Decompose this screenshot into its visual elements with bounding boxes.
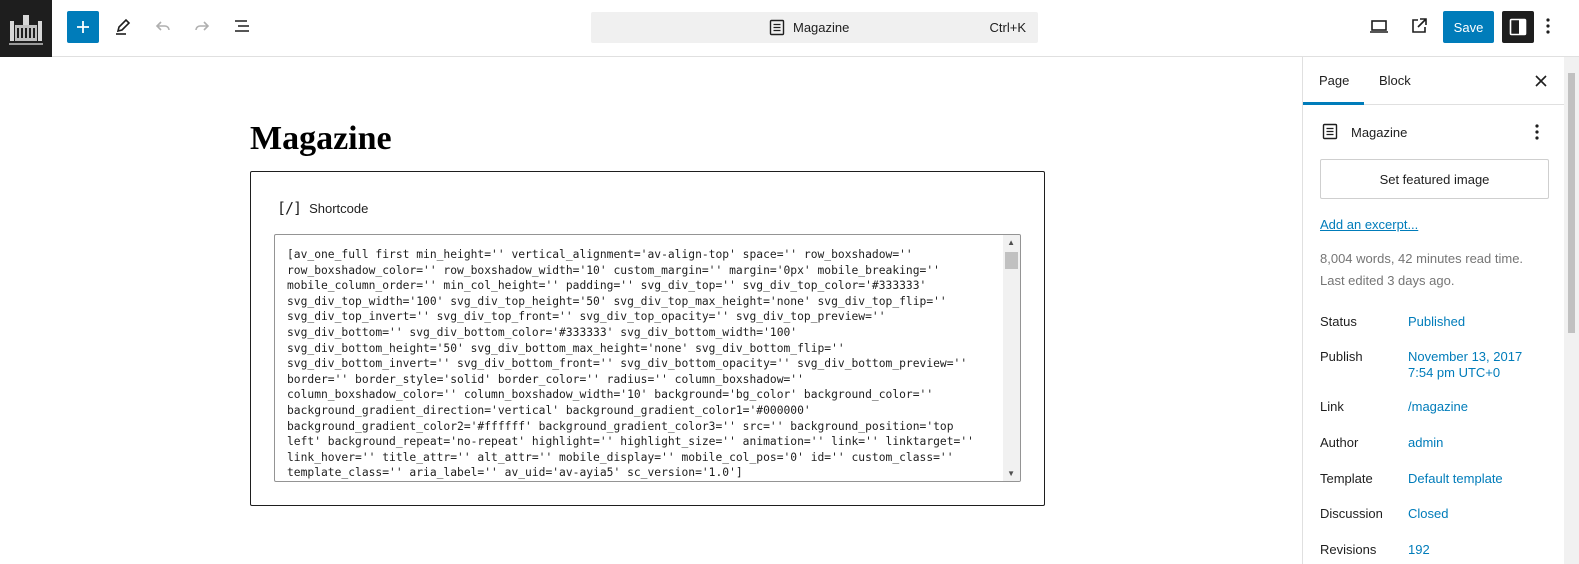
editor-canvas: Magazine [/] Shortcode [av_one_full firs…: [0, 57, 1302, 564]
castle-logo-icon: [6, 8, 46, 49]
save-button[interactable]: Save: [1443, 11, 1494, 43]
shortcode-block-header: [/] Shortcode: [277, 199, 368, 217]
close-icon: [1535, 75, 1547, 87]
shortcode-text: [av_one_full first min_height='' vertica…: [287, 247, 1005, 482]
shortcode-line: left' background_repeat='no-repeat' high…: [287, 435, 974, 449]
shortcode-line: mobile_column_order='' min_col_height=''…: [287, 279, 927, 293]
document-title: Magazine: [793, 20, 850, 35]
desktop-preview-icon: [1370, 20, 1388, 33]
active-tab-indicator: [1303, 102, 1364, 105]
publish-label: Publish: [1320, 349, 1363, 364]
shortcode-block[interactable]: [/] Shortcode [av_one_full first min_hei…: [250, 171, 1045, 506]
shortcode-line: row_boxshadow_color='' row_boxshadow_wid…: [287, 263, 940, 277]
sidebar-tabs: Page Block: [1303, 57, 1565, 105]
shortcode-line: svg_div_top_invert='' svg_div_top_front=…: [287, 310, 886, 324]
undo-icon: [155, 21, 170, 31]
redo-icon: [195, 21, 210, 31]
status-value[interactable]: Published: [1408, 314, 1465, 330]
document-bar[interactable]: Magazine Ctrl+K: [591, 12, 1038, 43]
tab-page[interactable]: Page: [1319, 73, 1349, 88]
plus-icon: [77, 21, 89, 33]
shortcode-line: [av_one_full first min_height='' vertica…: [287, 248, 913, 261]
publish-time-value[interactable]: 7:54 pm UTC+0: [1408, 365, 1500, 381]
author-value[interactable]: admin: [1408, 435, 1443, 451]
status-label: Status: [1320, 314, 1357, 329]
author-label: Author: [1320, 435, 1359, 450]
discussion-value[interactable]: Closed: [1408, 506, 1448, 522]
list-view-icon: [235, 20, 249, 32]
shortcode-line: svg_div_top_width='100' svg_div_top_heig…: [287, 294, 947, 308]
template-label: Template: [1320, 471, 1373, 486]
external-link-icon: [1412, 18, 1427, 33]
view-page-button[interactable]: [1403, 10, 1435, 42]
list-view-button[interactable]: [226, 10, 258, 42]
summary-page-title: Magazine: [1351, 125, 1408, 140]
template-value[interactable]: Default template: [1408, 471, 1503, 487]
add-block-button[interactable]: [67, 11, 99, 43]
settings-toggle-button[interactable]: [1502, 11, 1534, 43]
shortcode-line: [av_image src='http://follies.org.uk/wp/…: [287, 481, 1005, 482]
site-logo[interactable]: [0, 0, 52, 57]
shortcode-line: background_gradient_direction='vertical'…: [287, 403, 811, 417]
page-actions-button[interactable]: [1529, 121, 1545, 143]
editor-header: Magazine Ctrl+K Save: [0, 0, 1579, 57]
pen-icon: [116, 18, 131, 35]
publish-date-value[interactable]: November 13, 2017: [1408, 349, 1522, 365]
shortcode-line: template_class='' aria_label='' av_uid='…: [287, 466, 743, 480]
shortcode-line: background_gradient_color2='#ffffff' bac…: [287, 419, 954, 433]
command-palette-shortcut: Ctrl+K: [989, 20, 1026, 35]
shortcode-line: link_hover='' title_attr='' alt_attr='' …: [287, 450, 954, 464]
more-options-icon: [1535, 124, 1539, 140]
options-menu-button[interactable]: [1538, 10, 1558, 42]
permalink-value[interactable]: /magazine: [1408, 399, 1468, 415]
discussion-label: Discussion: [1320, 506, 1383, 521]
page-icon: [1322, 123, 1338, 140]
tools-button[interactable]: [107, 10, 139, 42]
shortcode-block-label: Shortcode: [309, 200, 369, 216]
post-title[interactable]: Magazine: [250, 120, 392, 158]
shortcode-line: column_boxshadow_color='' column_boxshad…: [287, 388, 934, 402]
sidebar-scrollbar[interactable]: [1564, 57, 1579, 564]
settings-sidebar-icon: [1509, 18, 1527, 36]
scroll-up-arrow-icon[interactable]: ▲: [1007, 238, 1015, 247]
tab-block[interactable]: Block: [1379, 73, 1411, 88]
settings-sidebar: Page Block Magazine Set featured image A…: [1302, 57, 1565, 564]
shortcode-line: svg_div_bottom='' svg_div_bottom_color='…: [287, 325, 798, 339]
shortcode-line: border='' border_style='solid' border_co…: [287, 372, 804, 386]
link-label: Link: [1320, 399, 1344, 414]
shortcode-icon: [/]: [277, 199, 302, 217]
scroll-down-arrow-icon[interactable]: ▼: [1007, 469, 1015, 478]
more-options-icon: [1546, 18, 1550, 34]
preview-button[interactable]: [1363, 10, 1395, 42]
textarea-scroll-thumb[interactable]: [1005, 252, 1018, 269]
document-icon: [769, 19, 785, 36]
shortcode-line: svg_div_bottom_invert='' svg_div_bottom_…: [287, 357, 968, 371]
redo-button[interactable]: [186, 10, 218, 42]
revisions-value[interactable]: 192: [1408, 542, 1430, 558]
set-featured-image-button[interactable]: Set featured image: [1320, 159, 1549, 199]
undo-button[interactable]: [147, 10, 179, 42]
textarea-scrollbar[interactable]: ▲ ▼: [1003, 235, 1020, 481]
shortcode-textarea[interactable]: [av_one_full first min_height='' vertica…: [274, 234, 1021, 482]
revisions-label: Revisions: [1320, 542, 1377, 557]
add-excerpt-link[interactable]: Add an excerpt...: [1320, 217, 1418, 232]
shortcode-line: svg_div_bottom_height='50' svg_div_botto…: [287, 341, 845, 355]
sidebar-scroll-thumb[interactable]: [1568, 73, 1575, 333]
close-sidebar-button[interactable]: [1531, 71, 1551, 91]
word-count-text: 8,004 words, 42 minutes read time.: [1320, 251, 1524, 266]
last-edited-text: Last edited 3 days ago.: [1320, 273, 1455, 288]
